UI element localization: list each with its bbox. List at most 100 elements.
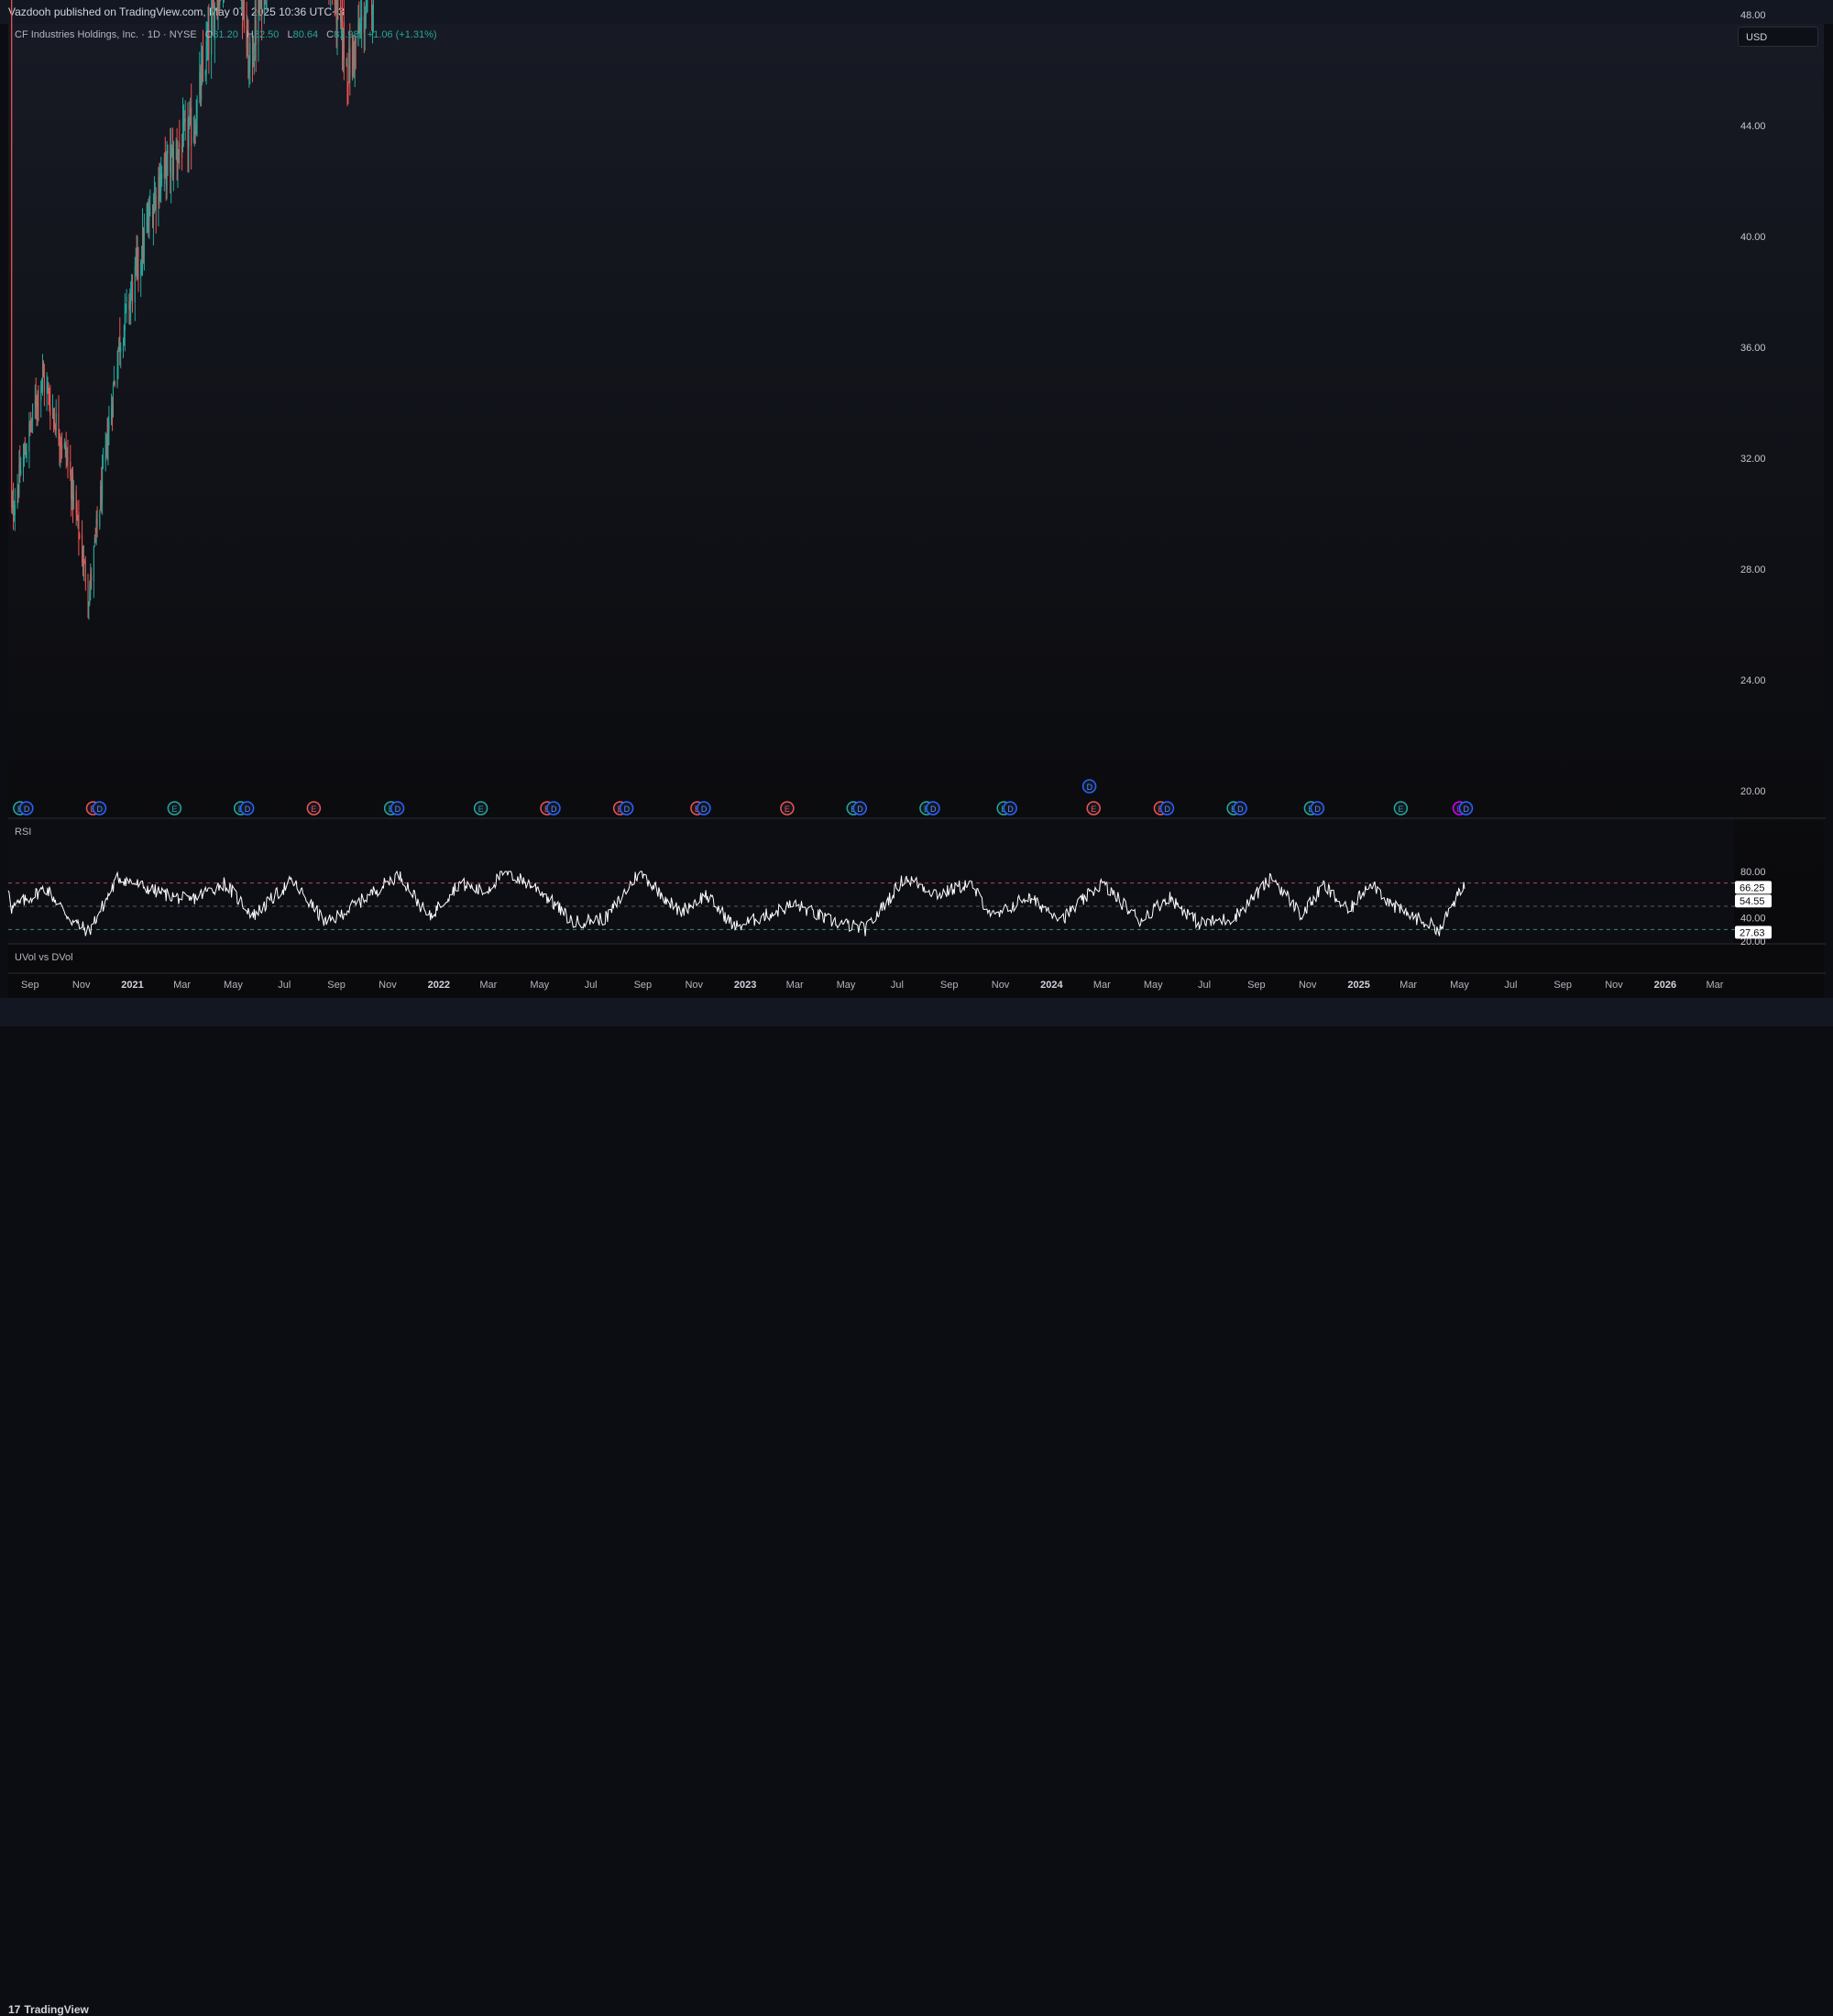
candle-body xyxy=(249,43,251,64)
candle-body xyxy=(188,127,190,149)
event-marker-letter: D xyxy=(1314,805,1321,814)
time-axis-tick: May xyxy=(1144,980,1163,991)
candle-body xyxy=(116,368,118,387)
candle-body xyxy=(137,249,139,273)
time-axis-tick: 2024 xyxy=(1040,980,1063,991)
event-marker-letter: D xyxy=(97,805,104,814)
candle-body xyxy=(132,281,134,302)
event-marker-letter: D xyxy=(24,805,30,814)
open-value: 81.20 xyxy=(213,29,238,40)
tradingview-logo[interactable]: 17 TradingView xyxy=(8,2003,89,2016)
time-axis-tick: Mar xyxy=(786,980,804,991)
time-axis-tick: Mar xyxy=(173,980,191,991)
symbol-legend: CF Industries Holdings, Inc. · 1D · NYSE… xyxy=(15,29,437,40)
candle-body xyxy=(148,206,150,222)
rsi-axis-tick: 80.00 xyxy=(1740,867,1766,878)
event-marker-letter: D xyxy=(624,805,631,814)
candle-body xyxy=(43,377,45,392)
candle-body xyxy=(102,467,104,499)
candle-body xyxy=(346,59,347,65)
symbol-title[interactable]: CF Industries Holdings, Inc. · 1D · NYSE xyxy=(15,29,197,40)
candle-body xyxy=(113,379,115,385)
price-axis-tick: 44.00 xyxy=(1740,121,1766,132)
rsi-pane-bg xyxy=(8,818,1734,943)
event-marker-letter: E xyxy=(1091,805,1096,814)
time-axis-tick: Nov xyxy=(1605,980,1623,991)
candle-body xyxy=(341,12,343,26)
time-axis-tick: Sep xyxy=(634,980,653,991)
rsi-value-label: 54.55 xyxy=(1740,896,1765,907)
candle-body xyxy=(191,107,192,146)
candle-body xyxy=(107,434,109,457)
candle-body xyxy=(112,385,114,416)
rsi-axis-tick: 40.00 xyxy=(1740,914,1766,925)
time-axis-tick: Jul xyxy=(1504,980,1517,991)
candle-body xyxy=(53,419,55,422)
event-marker-letter: D xyxy=(857,805,863,814)
candle-body xyxy=(347,82,349,88)
time-axis-tick: Jul xyxy=(1198,980,1211,991)
candle-body xyxy=(366,0,368,6)
footer-bar: 17 TradingView xyxy=(0,998,1833,2016)
price-axis-tick: 20.00 xyxy=(1740,786,1766,797)
time-axis-tick: Mar xyxy=(1399,980,1417,991)
candle-body xyxy=(87,584,89,604)
candle-body xyxy=(167,149,169,155)
time-axis-tick: 2025 xyxy=(1347,980,1369,991)
chart-svg[interactable]: 124.00120.00116.00112.00108.00104.00100.… xyxy=(0,0,1833,1026)
uvol-dvol-title: UVol vs DVol xyxy=(15,952,73,963)
time-axis-tick: Nov xyxy=(992,980,1010,991)
candle-body xyxy=(143,231,145,255)
candle-body xyxy=(372,0,374,10)
time-axis-tick: May xyxy=(224,980,243,991)
time-axis-tick: 2022 xyxy=(428,980,450,991)
time-axis-tick: Jul xyxy=(278,980,291,991)
rsi-value-label: 27.63 xyxy=(1740,927,1765,938)
candle-body xyxy=(104,444,106,463)
candle-body xyxy=(96,519,98,525)
event-marker-letter: D xyxy=(551,805,557,814)
time-axis-tick: Mar xyxy=(479,980,497,991)
candle-body xyxy=(122,344,124,350)
candle-body xyxy=(179,143,181,148)
candle-body xyxy=(58,413,60,440)
currency-button[interactable]: USD xyxy=(1738,27,1818,47)
candle-body xyxy=(361,15,363,22)
candle-body xyxy=(163,157,165,178)
price-axis-tick: 48.00 xyxy=(1740,10,1766,21)
event-marker-letter: E xyxy=(311,805,316,814)
time-axis-tick: 2026 xyxy=(1654,980,1676,991)
time-axis-tick: Jul xyxy=(585,980,598,991)
candle-body xyxy=(120,346,122,352)
price-axis-tick: 32.00 xyxy=(1740,454,1766,465)
candle-body xyxy=(91,576,93,581)
time-axis-tick: Sep xyxy=(940,980,959,991)
price-axis-tick: 36.00 xyxy=(1740,343,1766,354)
candle-body xyxy=(32,403,34,421)
candle-body xyxy=(84,564,86,583)
candle-body xyxy=(365,12,367,28)
candle-body xyxy=(166,155,168,189)
candle-body xyxy=(12,498,14,515)
candle-body xyxy=(99,510,101,527)
candle-body xyxy=(170,150,172,178)
candle-body xyxy=(134,266,136,302)
candle-body xyxy=(49,404,51,416)
close-label: C xyxy=(326,29,335,40)
time-axis-tick: Mar xyxy=(1093,980,1111,991)
candle-body xyxy=(126,297,127,302)
candle-body xyxy=(17,490,19,494)
change-value: +1.06 (+1.31%) xyxy=(367,29,437,40)
candle-body xyxy=(117,347,119,365)
candle-body xyxy=(155,195,157,210)
candle-body xyxy=(129,299,131,311)
candle-body xyxy=(161,173,163,180)
time-axis-tick: Nov xyxy=(1299,980,1317,991)
candle-body xyxy=(79,535,81,538)
tradingview-brand: TradingView xyxy=(24,2003,89,2016)
candle-body xyxy=(123,325,125,345)
event-marker-letter: E xyxy=(1398,805,1403,814)
event-marker-letter: D xyxy=(245,805,251,814)
candle-body xyxy=(181,121,183,152)
tradingview-logo-icon: 17 xyxy=(8,2003,21,2016)
